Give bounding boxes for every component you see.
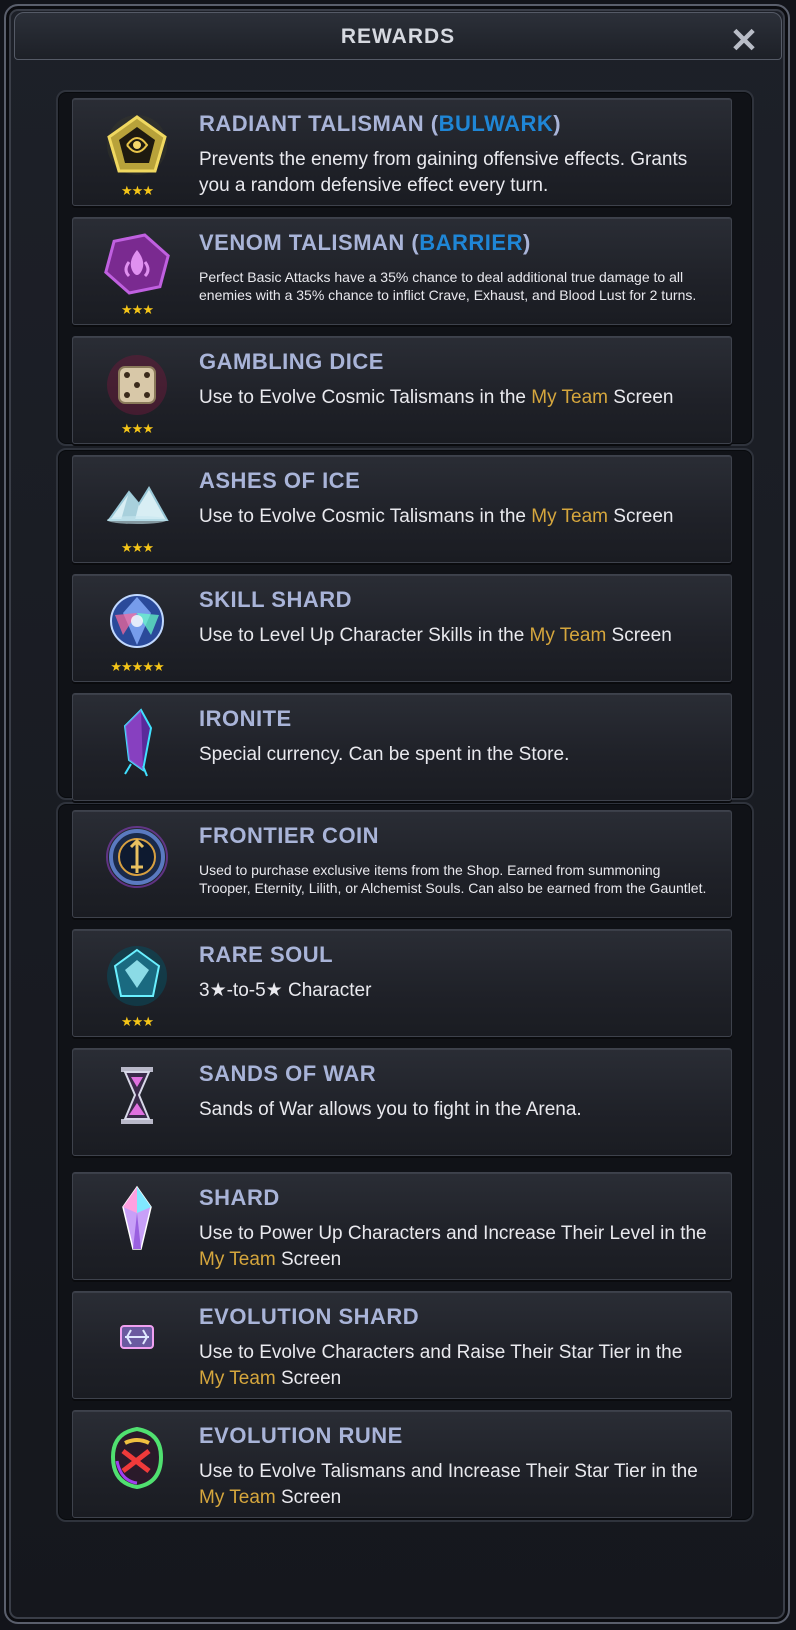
reward-description: Special currency. Can be spent in the St… <box>199 744 570 765</box>
rare-soul-icon: ★★★ <box>95 940 179 1029</box>
reward-card-rare-soul[interactable]: ★★★ RARE SOUL 3★-to-5★ Character <box>72 929 732 1037</box>
reward-card-skill-shard[interactable]: ★★★★★ SKILL SHARD Use to Level Up Charac… <box>72 574 732 682</box>
reward-name: ASHES OF ICE <box>199 468 361 493</box>
reward-description: Use to Evolve Cosmic Talismans in the My… <box>199 506 674 527</box>
reward-name: RARE SOUL <box>199 942 334 967</box>
reward-name: IRONITE <box>199 706 292 731</box>
title-bar: REWARDS ✕ <box>14 12 782 60</box>
shard-icon <box>95 1183 179 1267</box>
reward-description: Use to Power Up Characters and Increase … <box>199 1223 707 1270</box>
window-title: REWARDS <box>340 25 456 48</box>
star-rating: ★★★ <box>121 1014 154 1029</box>
star-rating: ★★★★★ <box>110 659 164 674</box>
hourglass-icon <box>95 1059 179 1143</box>
star-rating: ★★★ <box>121 540 154 555</box>
reward-card-evolution-rune[interactable]: EVOLUTION RUNE Use to Evolve Talismans a… <box>72 1410 732 1518</box>
reward-name: FRONTIER COIN <box>199 823 380 848</box>
reward-description: Perfect Basic Attacks have a 35% chance … <box>199 269 697 303</box>
reward-description: Use to Evolve Characters and Raise Their… <box>199 1342 683 1389</box>
reward-name: RADIANT TALISMAN (BULWARK) <box>199 111 562 136</box>
reward-card-frontier-coin[interactable]: FRONTIER COIN Used to purchase exclusive… <box>72 810 732 918</box>
reward-name: GAMBLING DICE <box>199 349 384 374</box>
reward-description: Use to Evolve Talismans and Increase The… <box>199 1461 698 1508</box>
reward-description: Prevents the enemy from gaining offensiv… <box>199 149 688 196</box>
star-rating: ★★★ <box>121 302 154 317</box>
reward-card-gambling-dice[interactable]: ★★★ GAMBLING DICE Use to Evolve Cosmic T… <box>72 336 732 444</box>
reward-description: 3★-to-5★ Character <box>199 980 372 1001</box>
reward-description: Use to Level Up Character Skills in the … <box>199 625 672 646</box>
radiant-talisman-icon: ★★★ <box>95 109 179 198</box>
star-rating: ★★★ <box>121 421 154 436</box>
dice-icon: ★★★ <box>95 347 179 436</box>
reward-description: Sands of War allows you to fight in the … <box>199 1099 582 1120</box>
evolution-rune-icon <box>95 1421 179 1505</box>
skill-shard-icon: ★★★★★ <box>95 585 179 674</box>
close-button[interactable]: ✕ <box>729 24 759 58</box>
reward-card-radiant-talisman[interactable]: ★★★ RADIANT TALISMAN (BULWARK) Prevents … <box>72 98 732 206</box>
reward-card-ashes-of-ice[interactable]: ★★★ ASHES OF ICE Use to Evolve Cosmic Ta… <box>72 455 732 563</box>
reward-name: EVOLUTION RUNE <box>199 1423 403 1448</box>
reward-name: VENOM TALISMAN (BARRIER) <box>199 230 531 255</box>
reward-card-ironite[interactable]: IRONITE Special currency. Can be spent i… <box>72 693 732 801</box>
reward-card-venom-talisman[interactable]: ★★★ VENOM TALISMAN (BARRIER) Perfect Bas… <box>72 217 732 325</box>
frontier-coin-icon <box>95 821 179 905</box>
reward-name: EVOLUTION SHARD <box>199 1304 420 1329</box>
reward-name: SKILL SHARD <box>199 587 352 612</box>
reward-name: SANDS OF WAR <box>199 1061 377 1086</box>
star-rating: ★★★ <box>121 183 154 198</box>
reward-description: Used to purchase exclusive items from th… <box>199 862 707 896</box>
reward-card-sands-of-war[interactable]: SANDS OF WAR Sands of War allows you to … <box>72 1048 732 1156</box>
reward-description: Use to Evolve Cosmic Talismans in the My… <box>199 387 674 408</box>
venom-talisman-icon: ★★★ <box>95 228 179 317</box>
reward-card-shard[interactable]: SHARD Use to Power Up Characters and Inc… <box>72 1172 732 1280</box>
ironite-icon <box>95 704 179 788</box>
ashes-of-ice-icon: ★★★ <box>95 466 179 555</box>
evolution-shard-icon <box>95 1302 179 1386</box>
reward-card-evolution-shard[interactable]: EVOLUTION SHARD Use to Evolve Characters… <box>72 1291 732 1399</box>
reward-name: SHARD <box>199 1185 280 1210</box>
